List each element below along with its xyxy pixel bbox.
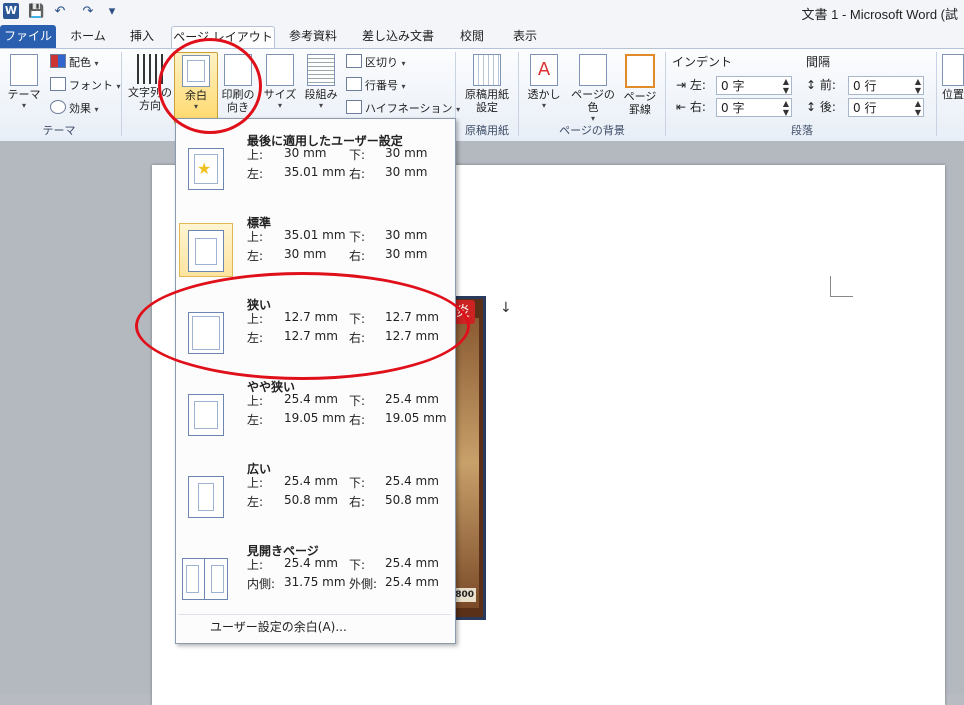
group-separator <box>121 52 122 136</box>
annotation-circle-narrow <box>135 272 470 380</box>
custom-margins-item[interactable]: ユーザー設定の余白(A)... <box>178 614 451 639</box>
ribbon-tab-row: ファイル ホーム 挿入 ページ レイアウト 参考資料 差し込み文書 校閲 表示 <box>0 24 964 48</box>
margin-corner-mark <box>830 276 853 297</box>
theme-colors-label: 配色 <box>69 56 91 69</box>
margin-thumb <box>179 223 233 277</box>
indent-right-icon: ⇤ <box>676 100 687 114</box>
group-separator <box>936 52 937 136</box>
hyphenation-label: ハイフネーション <box>365 102 453 115</box>
tab-mailings[interactable]: 差し込み文書 <box>353 26 443 47</box>
page-borders-button[interactable]: ページ罫線 <box>620 52 660 122</box>
line-numbers-label: 行番号 <box>365 79 398 92</box>
group-separator <box>665 52 666 136</box>
tab-home[interactable]: ホーム <box>62 26 114 47</box>
size-icon <box>266 54 294 86</box>
size-label: サイズ <box>263 88 297 101</box>
hyphenation-icon <box>346 100 362 114</box>
theme-label: テーマ <box>7 88 41 101</box>
colors-icon <box>50 54 66 68</box>
tab-references[interactable]: 参考資料 <box>281 26 345 47</box>
word-logo-icon[interactable]: W <box>3 3 19 19</box>
breaks-button[interactable]: 区切り ▾ <box>346 53 406 73</box>
margin-option-normal[interactable]: 標準 上: 35.01 mm 下: 30 mm 左: 30 mm 右: 30 mm <box>178 206 451 282</box>
undo-icon[interactable]: ↶ <box>52 3 68 21</box>
margin-thumb <box>179 469 233 523</box>
position-label: 位置 <box>942 88 964 101</box>
indent-left-icon: ⇥ <box>676 78 687 92</box>
margin-option-mirrored[interactable]: 見開きページ 上: 25.4 mm 下: 25.4 mm 内側: 31.75 mm 外… <box>178 534 451 610</box>
save-icon[interactable]: 💾 <box>28 3 44 21</box>
page-color-icon <box>579 54 607 86</box>
tab-review[interactable]: 校閲 <box>452 26 492 47</box>
watermark-button[interactable]: A 透かし ▾ <box>522 52 566 122</box>
spacing-before-icon: ↕ <box>806 78 817 92</box>
fonts-icon <box>50 77 66 91</box>
spacing-before-label: ↕ 前: <box>806 78 836 92</box>
tab-insert[interactable]: 挿入 <box>120 26 164 47</box>
group-label-theme: テーマ <box>42 124 76 137</box>
spacing-after-input[interactable]: 0 行 ▲ ▼ <box>848 98 924 117</box>
effects-icon <box>50 100 66 114</box>
margin-thumb <box>179 551 233 605</box>
manuscript-label: 原稿用紙設定 <box>465 88 509 114</box>
window-title: 文書 1 - Microsoft Word (試 <box>801 7 958 22</box>
margin-thumb <box>179 387 233 441</box>
manuscript-icon <box>473 54 501 86</box>
position-icon <box>942 54 964 86</box>
theme-icon <box>10 54 38 86</box>
manuscript-setup-button[interactable]: 原稿用紙設定 <box>460 52 514 122</box>
indent-right-input[interactable]: 0 字 ▲ ▼ <box>716 98 792 117</box>
watermark-icon: A <box>530 54 558 86</box>
margin-thumb: ★ <box>179 141 233 195</box>
page-borders-label: ページ罫線 <box>623 90 657 116</box>
watermark-label: 透かし <box>527 88 561 101</box>
tab-view[interactable]: 表示 <box>503 26 547 47</box>
theme-button[interactable]: テーマ ▾ <box>2 52 46 122</box>
tab-file[interactable]: ファイル <box>0 25 56 48</box>
theme-effects-label: 効果 <box>69 102 91 115</box>
group-separator <box>518 52 519 136</box>
indent-heading: インデント <box>672 55 733 69</box>
theme-fonts-label: フォント <box>69 79 113 92</box>
margin-option-last-custom[interactable]: ★ 最後に適用したユーザー設定 上: 30 mm 下: 30 mm 左: 35.01 … <box>178 124 451 200</box>
group-label-manuscript: 原稿用紙 <box>465 124 509 137</box>
theme-colors-button[interactable]: 配色 ▾ <box>50 53 99 73</box>
group-label-page-background: ページの背景 <box>559 124 625 137</box>
columns-button[interactable]: 段組み ▾ <box>300 52 342 122</box>
indent-right-label: ⇤ 右: <box>676 100 706 114</box>
page-color-label: ページの色 <box>571 88 615 114</box>
theme-effects-button[interactable]: 効果 ▾ <box>50 99 99 119</box>
indent-left-input[interactable]: 0 字 ▲ ▼ <box>716 76 792 95</box>
spacing-after-icon: ↕ <box>806 100 817 114</box>
size-button[interactable]: サイズ ▾ <box>260 52 300 122</box>
margin-option-wide[interactable]: 広い 上: 25.4 mm 下: 25.4 mm 左: 50.8 mm 右: 50.8 … <box>178 452 451 528</box>
page-borders-icon <box>625 54 655 88</box>
line-numbers-icon <box>346 77 362 91</box>
breaks-icon <box>346 54 362 68</box>
margin-option-moderate[interactable]: やや狭い 上: 25.4 mm 下: 25.4 mm 左: 19.05 mm 右: 19… <box>178 370 451 446</box>
line-numbers-button[interactable]: 行番号 ▾ <box>346 76 406 96</box>
breaks-label: 区切り <box>365 56 398 69</box>
spacing-before-input[interactable]: 0 行 ▲ ▼ <box>848 76 924 95</box>
spacing-after-label: ↕ 後: <box>806 100 836 114</box>
page-color-button[interactable]: ページの色 ▾ <box>566 52 620 123</box>
columns-label: 段組み <box>304 88 338 101</box>
theme-fonts-button[interactable]: フォント ▾ <box>50 76 121 96</box>
paragraph-return-icon: ↓ <box>500 300 512 316</box>
spacing-heading: 間隔 <box>806 55 831 69</box>
customize-qat-icon[interactable]: ▾ <box>104 3 120 21</box>
star-icon: ★ <box>197 159 212 178</box>
position-button[interactable]: 位置 <box>938 52 964 122</box>
group-label-paragraph: 段落 <box>791 124 813 137</box>
indent-left-label: ⇥ 左: <box>676 78 706 92</box>
annotation-circle-margins <box>158 38 262 134</box>
columns-icon <box>307 54 335 86</box>
hyphenation-button[interactable]: ハイフネーション ▾ <box>346 99 460 119</box>
redo-icon[interactable]: ↷ <box>80 3 96 21</box>
